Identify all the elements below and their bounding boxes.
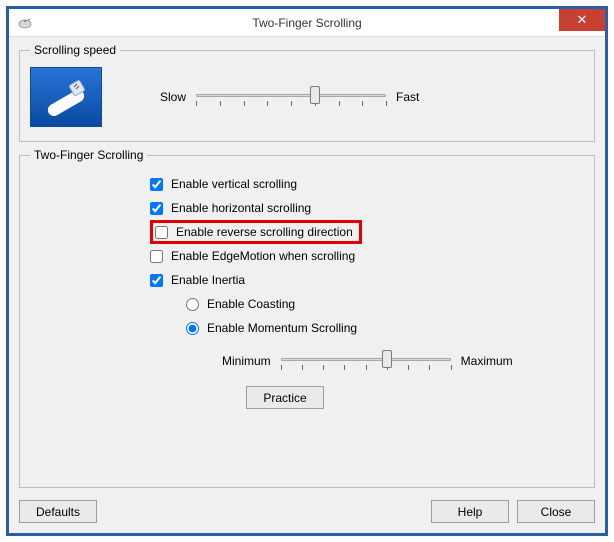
close-icon: ✕ xyxy=(577,12,588,28)
enable-reverse-checkbox[interactable] xyxy=(155,226,168,239)
scrolling-speed-legend: Scrolling speed xyxy=(30,43,120,57)
enable-horizontal-label: Enable horizontal scrolling xyxy=(171,201,311,215)
coasting-label: Enable Coasting xyxy=(207,297,295,311)
window-title: Two-Finger Scrolling xyxy=(9,16,605,30)
enable-vertical-checkbox[interactable] xyxy=(150,178,163,191)
momentum-min-label: Minimum xyxy=(222,354,271,368)
scrolling-speed-group: Scrolling speed Slow Fas xyxy=(19,43,595,142)
enable-reverse-label: Enable reverse scrolling direction xyxy=(176,225,353,239)
help-button[interactable]: Help xyxy=(431,500,509,523)
momentum-max-label: Maximum xyxy=(461,354,513,368)
two-finger-legend: Two-Finger Scrolling xyxy=(30,148,147,162)
scrolling-speed-slider[interactable] xyxy=(196,82,386,112)
scroll-speed-icon xyxy=(30,67,102,127)
dialog-footer: Defaults Help Close xyxy=(9,496,605,533)
momentum-radio[interactable] xyxy=(186,322,199,335)
window-close-button[interactable]: ✕ xyxy=(559,9,605,31)
speed-min-label: Slow xyxy=(160,90,186,104)
title-bar: Two-Finger Scrolling ✕ xyxy=(9,9,605,37)
practice-button[interactable]: Practice xyxy=(246,386,324,409)
close-button[interactable]: Close xyxy=(517,500,595,523)
two-finger-group: Two-Finger Scrolling Enable vertical scr… xyxy=(19,148,595,488)
enable-inertia-checkbox[interactable] xyxy=(150,274,163,287)
momentum-slider[interactable] xyxy=(281,346,451,376)
defaults-button[interactable]: Defaults xyxy=(19,500,97,523)
speed-max-label: Fast xyxy=(396,90,419,104)
enable-vertical-label: Enable vertical scrolling xyxy=(171,177,297,191)
enable-edgemotion-checkbox[interactable] xyxy=(150,250,163,263)
enable-horizontal-checkbox[interactable] xyxy=(150,202,163,215)
momentum-label: Enable Momentum Scrolling xyxy=(207,321,357,335)
coasting-radio[interactable] xyxy=(186,298,199,311)
enable-edgemotion-label: Enable EdgeMotion when scrolling xyxy=(171,249,355,263)
reverse-scrolling-highlight: Enable reverse scrolling direction xyxy=(150,220,362,244)
app-icon xyxy=(17,15,33,31)
enable-inertia-label: Enable Inertia xyxy=(171,273,245,287)
